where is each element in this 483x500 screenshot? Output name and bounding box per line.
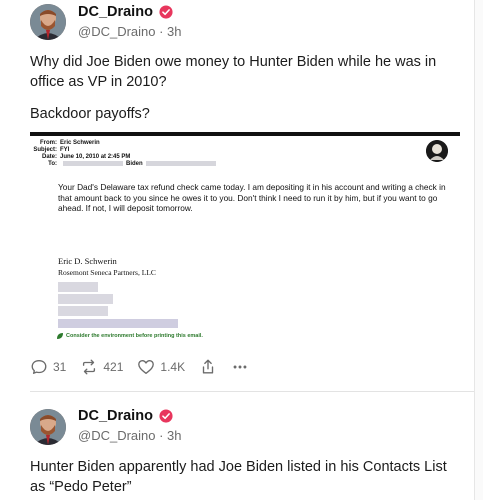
- subject-label: Subject:: [33, 147, 57, 153]
- repost-icon: [83, 359, 96, 375]
- reply-count: 31: [53, 360, 67, 374]
- more-icon: [233, 365, 247, 369]
- redacted: [63, 161, 123, 166]
- like-count: 1.4K: [160, 360, 186, 374]
- like-icon: [138, 360, 155, 374]
- email-header: From: Eric Schwerin Subject: FYI Date: June…: [32, 140, 219, 168]
- redacted: [58, 294, 113, 304]
- signature-name: Eric D. Schwerin: [58, 256, 117, 266]
- more-options-button[interactable]: [231, 358, 249, 376]
- verified-icon: [159, 409, 173, 423]
- email-screenshot-image[interactable]: From: Eric Schwerin Subject: FYI Date: June…: [30, 132, 460, 342]
- like-button[interactable]: 1.4K: [137, 358, 185, 376]
- leaf-icon: [57, 333, 63, 339]
- email-body: Your Dad's Delaware tax refund check cam…: [58, 182, 446, 213]
- verified-icon: [159, 5, 173, 19]
- username[interactable]: DC_Draino: [78, 408, 153, 424]
- share-icon: [202, 359, 214, 374]
- post-text: Hunter Biden apparently had Joe Biden li…: [30, 459, 447, 495]
- avatar[interactable]: [30, 409, 66, 445]
- date-label: Date:: [41, 154, 57, 160]
- username[interactable]: DC_Draino: [78, 4, 153, 20]
- to-label: To:: [48, 161, 57, 167]
- scrollbar-track[interactable]: [474, 0, 483, 500]
- signature-company: Rosemont Seneca Partners, LLC: [58, 268, 156, 277]
- redacted: [58, 319, 178, 328]
- sender-avatar-icon: [426, 140, 448, 162]
- from-label: From:: [40, 140, 57, 146]
- reply-icon: [31, 360, 47, 374]
- handle-timestamp: @DC_Draino · 3h: [78, 428, 182, 443]
- reply-button[interactable]: 31: [30, 358, 66, 376]
- eco-note-text: Consider the environment before printing…: [66, 333, 203, 339]
- from-value: Eric Schwerin: [60, 140, 100, 146]
- subject-value: FYI: [60, 147, 70, 153]
- to-value: Biden: [126, 161, 143, 167]
- repost-button[interactable]: 421: [80, 358, 123, 376]
- post[interactable]: DC_Draino @DC_Draino · 3h Hunter Biden a…: [0, 393, 474, 500]
- avatar[interactable]: [30, 4, 66, 40]
- post-text: Why did Joe Biden owe money to Hunter Bi…: [30, 54, 437, 90]
- redacted: [58, 306, 108, 316]
- repost-count: 421: [103, 360, 124, 374]
- post-actions: 31 421 1.4K: [30, 358, 249, 376]
- redacted: [58, 282, 98, 292]
- eco-note: Consider the environment before printing…: [56, 332, 203, 340]
- share-button[interactable]: [199, 358, 217, 376]
- post-divider: [30, 391, 474, 392]
- post[interactable]: DC_Draino @DC_Draino · 3h Why did Joe Bi…: [0, 0, 474, 392]
- post-text: Backdoor payoffs?: [30, 106, 150, 122]
- date-value: June 10, 2010 at 2:45 PM: [60, 154, 131, 160]
- redacted: [145, 161, 216, 166]
- handle-timestamp: @DC_Draino · 3h: [78, 24, 182, 39]
